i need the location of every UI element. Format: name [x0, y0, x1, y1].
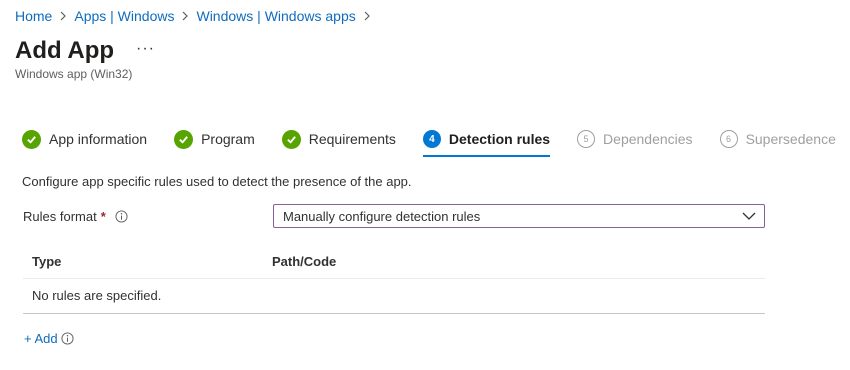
empty-table-message: No rules are specified. [32, 288, 162, 303]
tab-supersedence[interactable]: 6 Supersedence [719, 128, 836, 150]
tab-dependencies[interactable]: 5 Dependencies [577, 128, 693, 150]
dropdown-selected-value: Manually configure detection rules [283, 208, 481, 224]
checkmark-icon [174, 129, 194, 149]
more-options-button[interactable]: ··· [136, 40, 155, 58]
step-number-badge: 5 [577, 130, 596, 148]
breadcrumb-windows-apps[interactable]: Windows | Windows apps [196, 8, 355, 24]
add-label: + Add [24, 331, 58, 346]
info-icon[interactable] [115, 210, 128, 223]
info-icon[interactable] [61, 332, 74, 345]
checkmark-icon [281, 129, 301, 149]
wizard-tabs: App information Program Requirements 4 D… [22, 128, 836, 157]
field-label: Rules format [23, 209, 97, 224]
step-number-badge: 4 [422, 130, 441, 148]
rules-format-label: Rules format * [23, 209, 128, 224]
tab-label: Requirements [308, 131, 396, 147]
tab-label: Supersedence [745, 131, 836, 147]
page-subtitle: Windows app (Win32) [15, 67, 133, 81]
tab-app-information[interactable]: App information [22, 128, 147, 150]
column-header-path-code: Path/Code [272, 254, 337, 269]
section-description: Configure app specific rules used to det… [22, 174, 412, 189]
tab-detection-rules[interactable]: 4 Detection rules [422, 128, 551, 157]
table-row: No rules are specified. [23, 279, 765, 314]
tab-requirements[interactable]: Requirements [281, 128, 396, 150]
chevron-right-icon [174, 9, 196, 23]
tab-label: Program [201, 131, 255, 147]
tab-label: Detection rules [448, 131, 551, 147]
add-rule-link[interactable]: + Add [24, 331, 74, 346]
tab-label: Dependencies [603, 131, 693, 147]
rules-format-dropdown[interactable]: Manually configure detection rules [273, 204, 765, 228]
breadcrumb-apps-windows[interactable]: Apps | Windows [74, 8, 174, 24]
chevron-right-icon [52, 9, 74, 23]
checkmark-icon [22, 129, 41, 149]
breadcrumb-home[interactable]: Home [15, 8, 52, 24]
chevron-right-icon [356, 9, 378, 23]
tab-program[interactable]: Program [174, 128, 255, 150]
step-number-badge: 6 [719, 130, 738, 148]
chevron-down-icon [742, 212, 756, 220]
table-header-row: Type Path/Code [23, 244, 765, 279]
detection-rules-table: Type Path/Code No rules are specified. [23, 244, 765, 314]
required-indicator: * [100, 209, 106, 224]
breadcrumb: Home Apps | Windows Windows | Windows ap… [15, 8, 378, 24]
tab-label: App information [49, 131, 148, 147]
page-title: Add App [15, 37, 115, 64]
column-header-type: Type [32, 254, 62, 269]
